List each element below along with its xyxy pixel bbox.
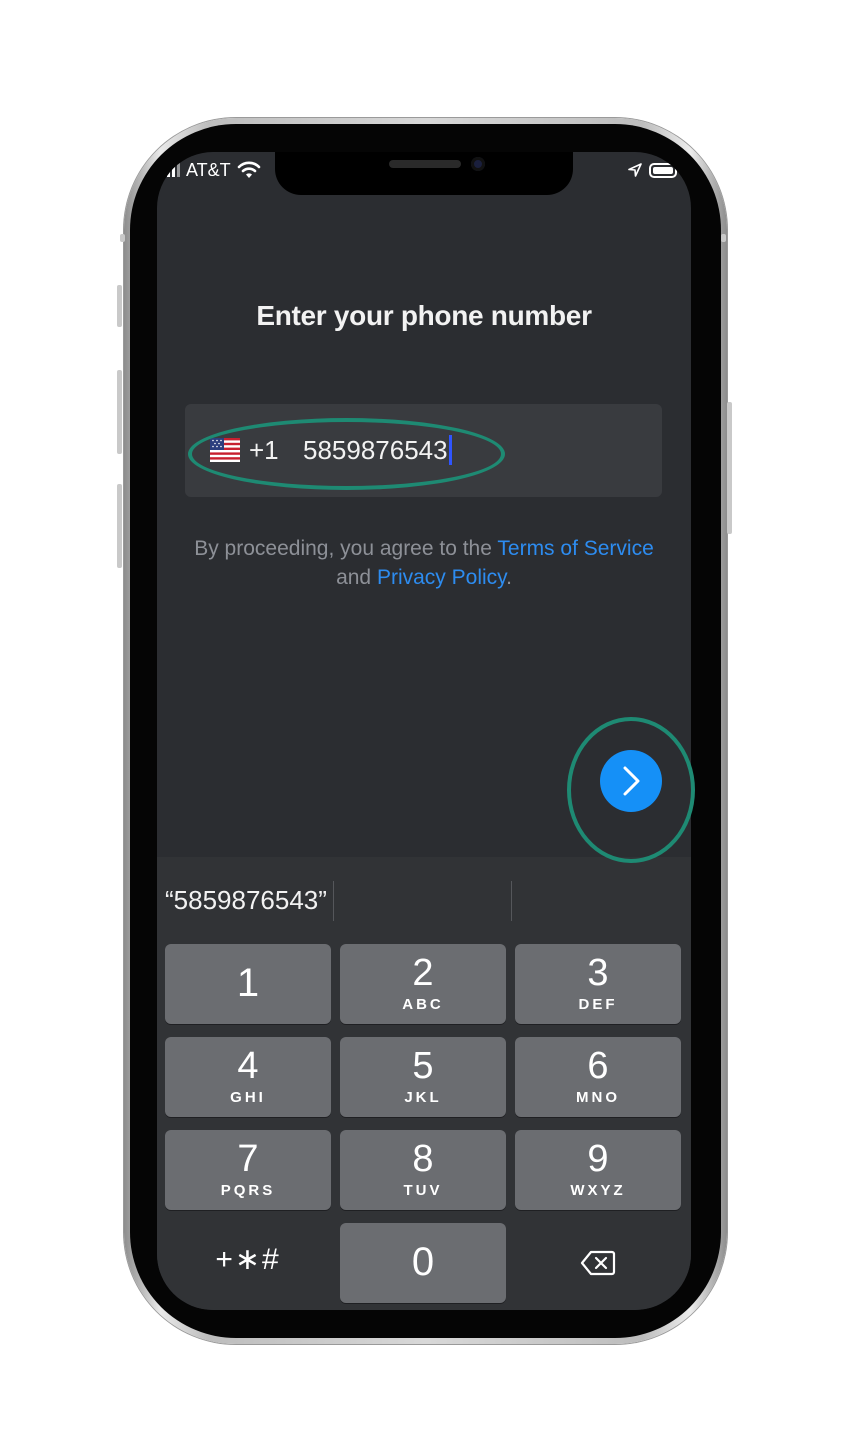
key-2[interactable]: 2 ABC (340, 944, 506, 1024)
key-8[interactable]: 8 TUV (340, 1130, 506, 1210)
wifi-icon (237, 161, 260, 178)
key-letters: WXYZ (570, 1182, 626, 1199)
page-title: Enter your phone number (256, 300, 592, 331)
speaker-grille (389, 160, 461, 168)
key-digit: 6 (587, 1045, 609, 1087)
backspace-icon (580, 1250, 616, 1276)
key-digit: 1 (236, 961, 260, 1005)
symbols-key[interactable]: +∗# (165, 1235, 331, 1285)
carrier-label: AT&T (186, 159, 231, 180)
key-digit: 2 (412, 952, 434, 994)
key-4[interactable]: 4 GHI (165, 1037, 331, 1117)
key-3[interactable]: 3 DEF (515, 944, 681, 1024)
terms-of-service-link[interactable]: Terms of Service (497, 537, 653, 560)
power-button (727, 402, 732, 534)
key-letters: TUV (403, 1182, 443, 1199)
legal-text: By proceeding, you agree to the Terms of… (157, 534, 691, 592)
key-digit: 8 (412, 1138, 434, 1180)
key-letters: GHI (230, 1089, 266, 1106)
status-left: AT&T (167, 158, 261, 182)
phone-edge-button (120, 234, 125, 242)
numeric-keyboard: “5859876543” 1 2 ABC 3 DEF 4 GHI 5 JKL 6 MNO … (157, 857, 691, 1310)
mute-switch (117, 285, 122, 327)
suggestion-divider (333, 881, 334, 921)
quicktype-suggestion[interactable]: “5859876543” (165, 885, 327, 916)
key-letters: ABC (402, 996, 444, 1013)
key-6[interactable]: 6 MNO (515, 1037, 681, 1117)
delete-key[interactable] (515, 1223, 681, 1303)
notch (275, 152, 573, 195)
signal-icon (167, 163, 180, 177)
status-right (627, 158, 677, 182)
front-camera (471, 157, 485, 171)
phone-edge-button (721, 234, 726, 242)
key-letters: DEF (578, 996, 618, 1013)
battery-icon (649, 162, 677, 178)
key-digit: 9 (587, 1138, 609, 1180)
location-arrow-icon (628, 163, 642, 177)
key-digit: 4 (237, 1045, 259, 1087)
volume-up-button (117, 370, 122, 454)
highlight-ring-next-button (567, 717, 695, 863)
key-digit: 3 (587, 952, 609, 994)
key-0[interactable]: 0 (340, 1223, 506, 1303)
key-letters: JKL (404, 1089, 442, 1106)
key-7[interactable]: 7 PQRS (165, 1130, 331, 1210)
key-5[interactable]: 5 JKL (340, 1037, 506, 1117)
key-letters: PQRS (220, 1182, 276, 1199)
highlight-ring-phone-input (188, 418, 505, 490)
volume-down-button (117, 484, 122, 568)
key-9[interactable]: 9 WXYZ (515, 1130, 681, 1210)
legal-and: and (336, 566, 372, 589)
key-digit: 7 (237, 1138, 259, 1180)
legal-prefix: By proceeding, you agree to the (194, 537, 492, 560)
key-1[interactable]: 1 (165, 944, 331, 1024)
key-digit: 5 (412, 1045, 434, 1087)
suggestion-divider (511, 881, 512, 921)
privacy-policy-link[interactable]: Privacy Policy (377, 566, 506, 589)
key-letters: MNO (576, 1089, 620, 1106)
key-digit: 0 (411, 1240, 435, 1284)
legal-suffix: . (506, 566, 512, 589)
